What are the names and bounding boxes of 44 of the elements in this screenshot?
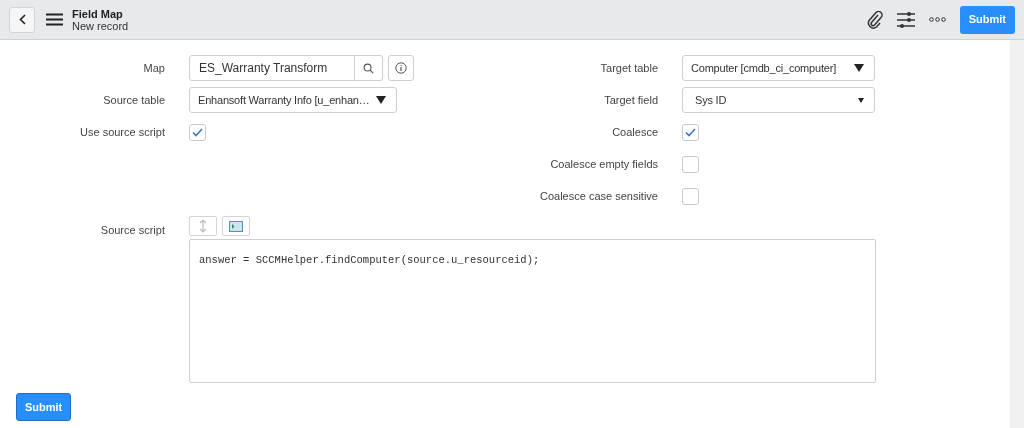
select-field[interactable]: Sys ID bbox=[682, 87, 875, 113]
select-field[interactable]: Computer [cmdb_ci_computer] bbox=[682, 55, 875, 81]
back-button[interactable] bbox=[9, 6, 35, 33]
checkmark-icon bbox=[192, 127, 203, 137]
code-editor[interactable]: answer = SCCMHelper.findComputer(source.u_resourceid); bbox=[189, 239, 876, 383]
checkbox[interactable] bbox=[189, 123, 206, 141]
script-icon bbox=[198, 219, 208, 233]
menu-icon[interactable] bbox=[46, 13, 63, 26]
checkmark-icon bbox=[685, 127, 696, 137]
more-icon[interactable] bbox=[928, 17, 946, 22]
caret-icon bbox=[854, 64, 864, 72]
select-field[interactable]: Enhansoft Warranty Info [u_enhan… bbox=[189, 87, 397, 113]
search-button[interactable] bbox=[355, 55, 383, 81]
sliders-icon[interactable] bbox=[896, 11, 915, 28]
caret-icon bbox=[858, 97, 864, 103]
select-value: Computer [cmdb_ci_computer] bbox=[691, 60, 836, 76]
caret-icon bbox=[375, 96, 386, 104]
field-label: Use source script bbox=[79, 124, 165, 140]
back-icon bbox=[18, 14, 26, 25]
scrollbar[interactable] bbox=[1010, 40, 1024, 428]
page-subtitle: New record bbox=[72, 19, 129, 32]
checkbox[interactable] bbox=[682, 123, 699, 141]
field-label: Target table bbox=[599, 60, 658, 76]
info-icon bbox=[395, 62, 407, 74]
checkbox[interactable] bbox=[682, 187, 699, 205]
field-label: Coalesce bbox=[611, 124, 658, 140]
field-label: Source table bbox=[102, 92, 165, 108]
field-label: Coalesce empty fields bbox=[549, 156, 658, 172]
info-button[interactable] bbox=[388, 55, 414, 81]
field-label: Source script bbox=[99, 223, 165, 238]
field-label: Coalesce case sensitive bbox=[539, 188, 658, 204]
select-value: Enhansoft Warranty Info [u_enhan… bbox=[198, 92, 370, 108]
field-label: Target field bbox=[603, 92, 658, 108]
select-value: Sys ID bbox=[694, 92, 727, 108]
paperclip-icon[interactable] bbox=[866, 10, 883, 29]
fullscreen-button[interactable] bbox=[222, 216, 250, 236]
toggle-button[interactable] bbox=[189, 216, 217, 236]
search-icon bbox=[363, 62, 374, 74]
code-line: answer = SCCMHelper.findComputer(source.u_resourceid); bbox=[199, 254, 540, 266]
checkbox[interactable] bbox=[682, 155, 699, 173]
map-field[interactable]: ES_Warranty Transform bbox=[189, 55, 355, 81]
field-label: Map bbox=[142, 60, 165, 76]
screen-icon bbox=[229, 220, 243, 232]
page-title: Field Map bbox=[72, 7, 124, 20]
